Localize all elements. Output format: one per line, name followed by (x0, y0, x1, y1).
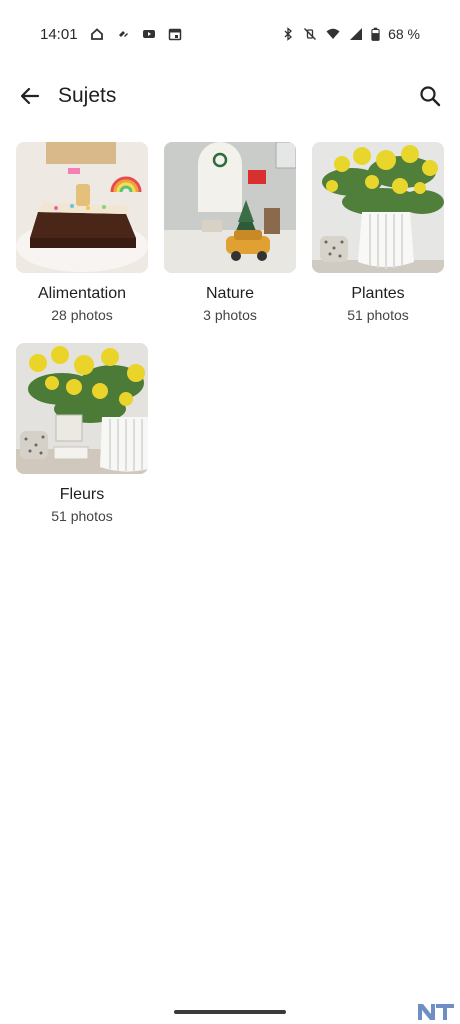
album-nature[interactable]: Nature 3 photos (164, 142, 296, 323)
youtube-icon (142, 30, 155, 38)
arrow-left-icon (20, 87, 40, 105)
album-fleurs[interactable]: Fleurs 51 photos (16, 343, 148, 524)
status-left: 14:01 (40, 26, 182, 43)
back-button[interactable] (12, 78, 48, 114)
album-name: Fleurs (59, 486, 105, 503)
nt-logo (418, 1004, 454, 1020)
wifi-icon (326, 28, 340, 39)
album-thumbnail (16, 142, 148, 273)
app-bar: Sujets (0, 72, 460, 124)
vpn-key-icon (118, 31, 128, 37)
album-plantes[interactable]: Plantes 51 photos (312, 142, 444, 323)
album-thumbnail (312, 142, 444, 273)
album-name: Alimentation (37, 285, 127, 302)
search-icon (420, 86, 441, 107)
album-count: 3 photos (203, 307, 257, 323)
battery-icon (371, 27, 380, 41)
album-name: Nature (205, 285, 255, 302)
album-name: Plantes (351, 285, 405, 302)
album-thumbnail (16, 343, 148, 474)
album-count: 51 photos (51, 508, 113, 524)
status-right: 68 % (281, 26, 420, 42)
status-bar: 14:01 68 % (0, 0, 460, 68)
battery-level: 68 % (388, 26, 420, 42)
home-indicator[interactable] (174, 1010, 286, 1014)
album-count: 51 photos (347, 307, 409, 323)
vibrate-off-icon (304, 28, 317, 40)
album-alimentation[interactable]: Alimentation 28 photos (16, 142, 148, 323)
signal-icon (350, 28, 363, 40)
album-count: 28 photos (51, 307, 113, 323)
home-icon (90, 28, 103, 40)
calendar-icon (168, 28, 181, 41)
bluetooth-icon (284, 27, 293, 41)
album-thumbnail (164, 142, 296, 273)
page-title: Sujets (58, 84, 117, 107)
status-time: 14:01 (40, 25, 78, 43)
search-button[interactable] (412, 78, 448, 114)
